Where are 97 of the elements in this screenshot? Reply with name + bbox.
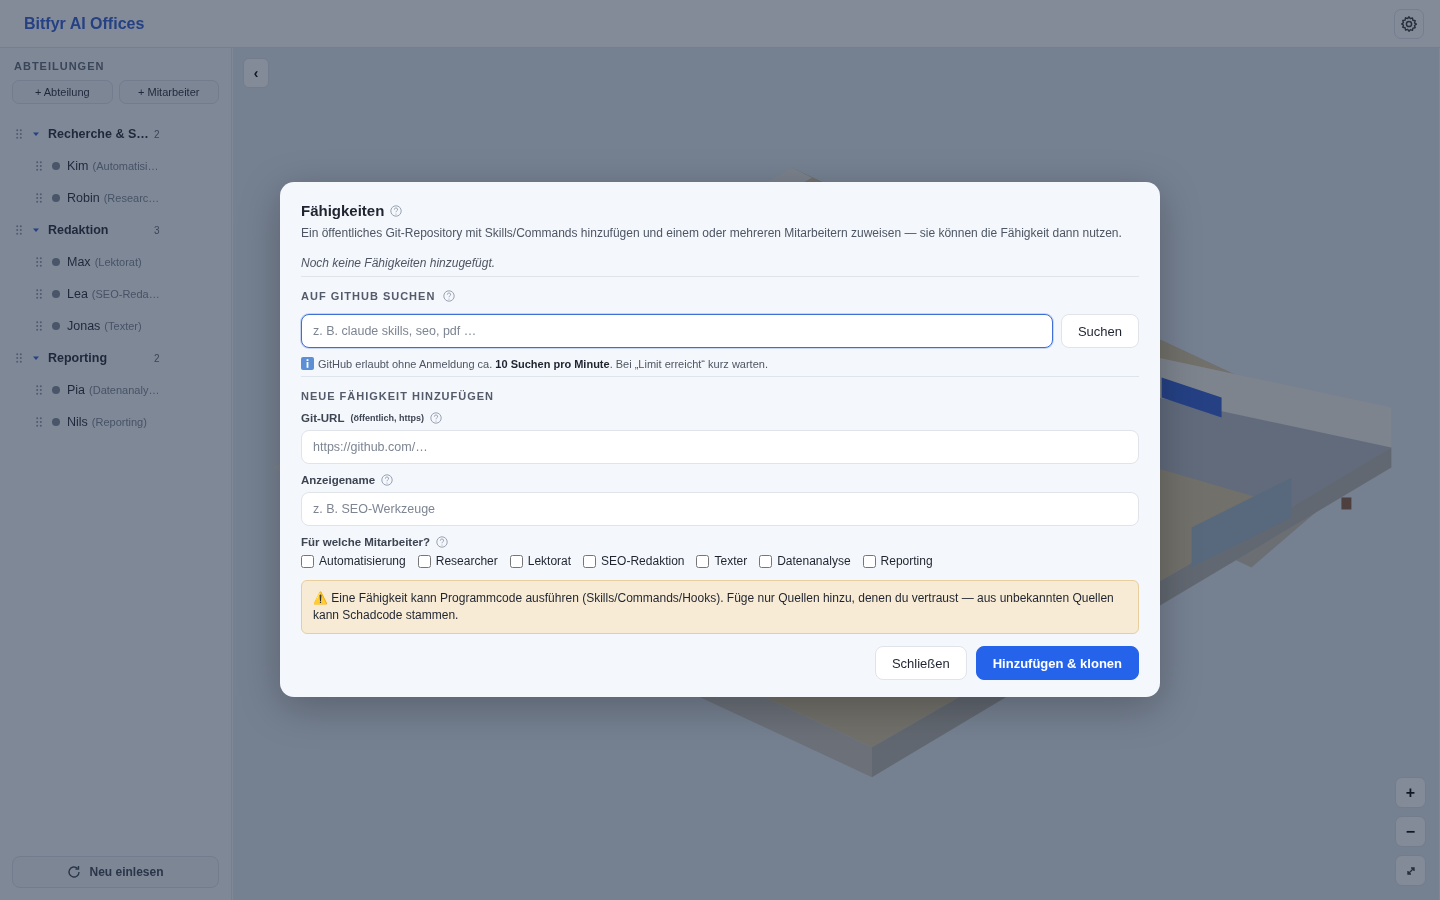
field-label: Für welche Mitarbeiter? <box>301 536 431 548</box>
settings-icon <box>1400 14 1418 33</box>
employee-role: (Reporting) <box>91 416 147 428</box>
checkbox[interactable] <box>301 554 314 568</box>
employee-name: Nils <box>67 415 88 429</box>
hint-text: GitHub erlaubt ohne Anmeldung ca. 10 Suchen pro Minute. Bei „Limit erreicht“ kurz warten. <box>318 357 768 370</box>
employee-name: Kim <box>67 159 89 173</box>
add-button[interactable]: Hinzufügen & klonen <box>975 646 1139 680</box>
drag-handle-icon <box>36 385 42 395</box>
checkbox[interactable] <box>417 554 431 568</box>
settings-button[interactable] <box>1394 8 1424 39</box>
checkbox[interactable] <box>759 554 773 568</box>
employee-name: Lea <box>67 287 88 301</box>
employee-name: Jonas <box>67 319 101 333</box>
checkbox-label[interactable]: Automatisierung <box>319 554 406 568</box>
employee-item[interactable]: Nils (Reporting) <box>12 406 219 438</box>
drag-handle-icon <box>16 225 22 235</box>
zoom-out-button[interactable]: − <box>1395 816 1426 847</box>
field-label: Git-URL <box>301 412 345 424</box>
checkbox-label[interactable]: Datenanalyse <box>777 554 851 568</box>
employee-name: Pia <box>67 383 86 397</box>
checkbox-label[interactable]: SEO-Redaktion <box>601 554 685 568</box>
dialog-title: Fähigkeiten <box>301 202 385 219</box>
drag-handle-icon <box>36 417 42 427</box>
employee-name: Robin <box>67 191 100 205</box>
checkbox[interactable] <box>862 554 876 568</box>
add-button[interactable]: + Mitarbeiter <box>118 80 219 104</box>
info-icon <box>301 357 314 370</box>
department-name: Recherche & S… <box>48 127 150 141</box>
drag-handle-icon <box>36 257 42 267</box>
drag-handle-icon <box>16 353 22 363</box>
department-item[interactable]: Redaktion 3 <box>12 214 219 246</box>
collapse-button[interactable]: ‹ <box>243 58 269 88</box>
status-dot <box>52 258 60 266</box>
status-dot <box>52 418 60 426</box>
status-dot <box>52 194 60 202</box>
fit-button[interactable] <box>1395 855 1426 886</box>
employee-item[interactable]: Robin (Researc… <box>12 182 219 214</box>
drag-handle-icon <box>16 129 22 139</box>
section-heading: ABTEILUNGEN <box>14 60 106 72</box>
zoom-in-button[interactable]: + <box>1395 777 1426 808</box>
checkbox-label[interactable]: Texter <box>714 554 748 568</box>
checkbox-label[interactable]: Reporting <box>880 554 933 568</box>
section-heading: NEUE FÄHIGKEIT HINZUFÜGEN <box>301 390 496 402</box>
status-dot <box>52 322 60 330</box>
help-icon <box>429 412 442 424</box>
drag-handle-icon <box>36 161 42 171</box>
status-dot <box>52 162 60 170</box>
employee-name: Max <box>67 255 91 269</box>
count-label: 2 <box>154 352 160 364</box>
checkbox[interactable] <box>583 554 597 568</box>
expand-icon <box>1405 865 1416 876</box>
drag-handle-icon <box>36 289 42 299</box>
close-button[interactable]: Schließen <box>874 646 967 680</box>
status-dot <box>52 386 60 394</box>
label-note: (öffentlich, https) <box>350 413 424 423</box>
employee-role: (SEO-Reda… <box>91 288 160 300</box>
help-icon <box>443 290 456 302</box>
field-label: Anzeigename <box>301 474 376 486</box>
employee-role: (Researc… <box>103 192 160 204</box>
department-name: Reporting <box>48 351 109 365</box>
refresh-icon <box>67 865 82 879</box>
department-item[interactable]: Reporting 2 <box>12 342 219 374</box>
count-label: 2 <box>154 128 160 140</box>
employee-role: (Automatisi… <box>92 160 159 172</box>
checkbox-label[interactable]: Lektorat <box>527 554 572 568</box>
help-icon <box>436 536 449 548</box>
status-dot <box>52 290 60 298</box>
employee-item[interactable]: Kim (Automatisi… <box>12 150 219 182</box>
help-icon <box>381 474 394 486</box>
employee-item[interactable]: Max (Lektorat) <box>12 246 219 278</box>
employee-role: (Texter) <box>104 320 142 332</box>
employee-role: (Datenanaly… <box>89 384 160 396</box>
checkbox[interactable] <box>696 554 710 568</box>
search-field[interactable]: z. B. claude skills, seo, pdf … <box>301 314 1053 348</box>
department-name: Redaktion <box>48 223 110 237</box>
add-button[interactable]: + Abteilung <box>12 80 113 104</box>
drag-handle-icon <box>36 321 42 331</box>
employee-item[interactable]: Lea (SEO-Reda… <box>12 278 219 310</box>
app-title: Bitfyr AI Offices <box>24 14 145 33</box>
name-field[interactable]: z. B. SEO-Werkzeuge <box>301 492 1139 526</box>
url-field[interactable]: https://github.com/… <box>301 430 1139 464</box>
help-icon <box>390 204 403 217</box>
reload-button[interactable]: Neu einlesen <box>12 856 219 888</box>
checkbox-label[interactable]: Researcher <box>435 554 498 568</box>
employee-role: (Lektorat) <box>94 256 142 268</box>
empty-note: Noch keine Fähigkeiten hinzugefügt. <box>301 256 497 270</box>
description-text: Ein öffentliches Git-Repository mit Skills/Commands hinzufügen und einem oder mehreren Mitarbeitern zuweisen — sie können die Fähigkeit dann nutzen. <box>301 226 1123 240</box>
section-heading: AUF GITHUB SUCHEN <box>301 290 436 302</box>
employee-item[interactable]: Jonas (Texter) <box>12 310 219 342</box>
drag-handle-icon <box>36 193 42 203</box>
warning-message: ⚠ Eine Fähigkeit kann Programmcode ausführen (Skills/Commands/Hooks). Füge nur Quellen hinzu, denen du vertraust — aus unbekannten Quellen kann Schadcode stammen. <box>301 580 1139 634</box>
employee-item[interactable]: Pia (Datenanaly… <box>12 374 219 406</box>
search-button[interactable]: Suchen <box>1060 314 1139 348</box>
department-item[interactable]: Recherche & S… 2 <box>12 118 219 150</box>
count-label: 3 <box>154 224 160 236</box>
checkbox[interactable] <box>509 554 523 568</box>
